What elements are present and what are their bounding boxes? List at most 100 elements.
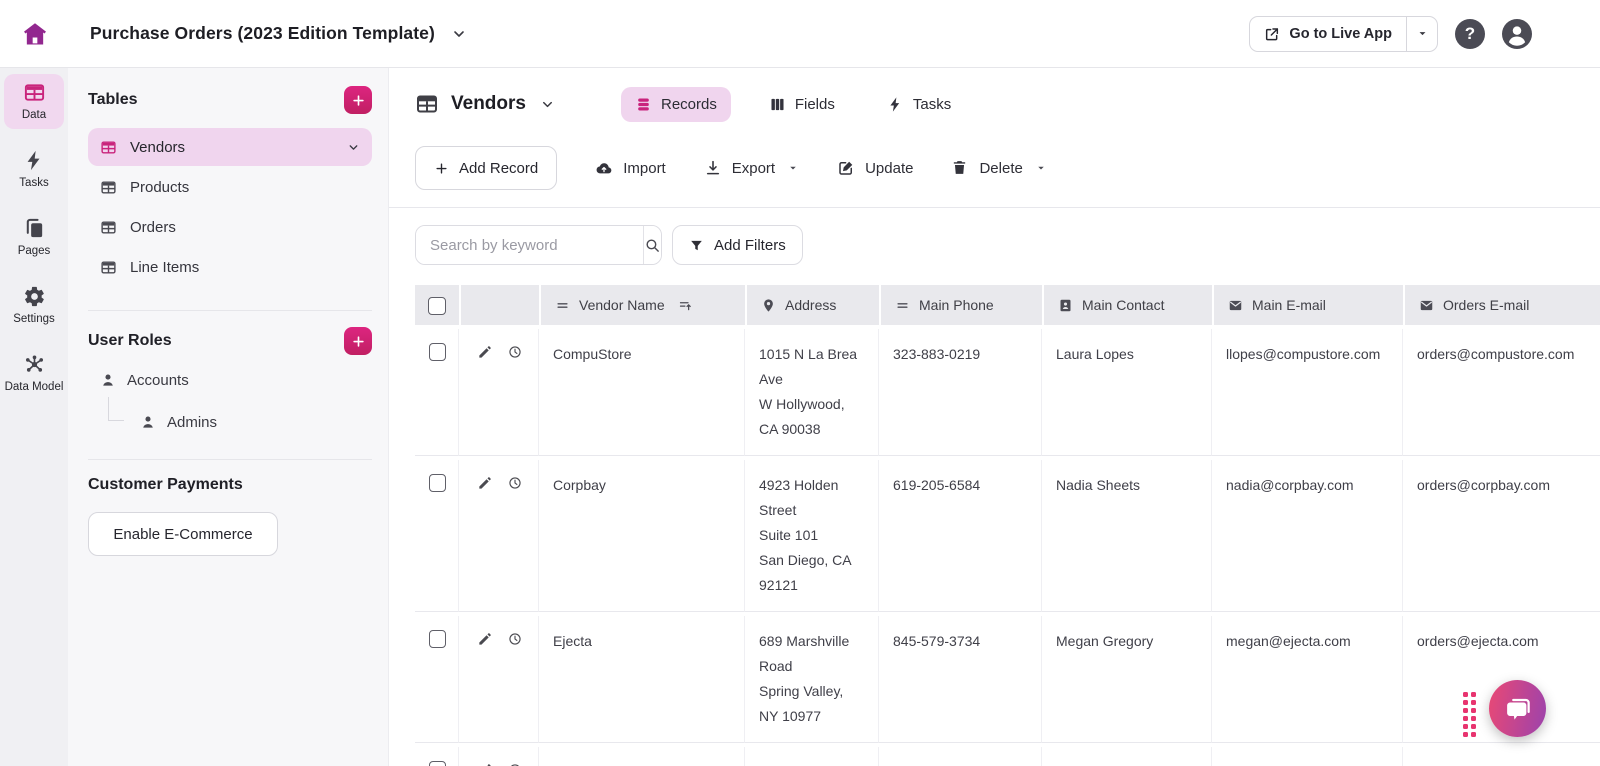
sidebar-table-line-items[interactable]: Line Items — [88, 248, 372, 286]
person-icon — [140, 414, 156, 430]
column-header-label: Main Phone — [919, 297, 994, 313]
tab-tasks[interactable]: Tasks — [873, 87, 965, 122]
edit-record-icon[interactable] — [477, 344, 493, 360]
sidebar-role-accounts[interactable]: Accounts — [88, 367, 372, 393]
rail-item-settings[interactable]: Settings — [4, 278, 64, 333]
app-title-chevron-down-icon[interactable] — [451, 26, 467, 42]
rail-item-label: Settings — [13, 313, 55, 326]
search-input[interactable] — [416, 226, 643, 264]
go-to-live-app-button[interactable]: Go to Live App — [1250, 17, 1406, 51]
gear-icon — [23, 285, 46, 308]
sidebar-divider — [88, 310, 372, 311]
row-checkbox[interactable] — [429, 343, 446, 361]
sidebar-role-admins[interactable]: Admins — [128, 409, 372, 435]
record-history-icon[interactable] — [507, 631, 523, 647]
actions-column-header — [459, 285, 539, 325]
sidebar-table-orders[interactable]: Orders — [88, 208, 372, 246]
external-link-icon — [1264, 26, 1280, 42]
help-icon[interactable]: ? — [1455, 19, 1485, 49]
sort-icon[interactable] — [678, 298, 693, 313]
sidebar-table-products[interactable]: Products — [88, 168, 372, 206]
table-title-chevron-down-icon[interactable] — [540, 97, 555, 112]
export-button[interactable]: Export — [704, 159, 799, 177]
table-icon — [100, 259, 117, 276]
add-filters-button[interactable]: Add Filters — [672, 225, 803, 265]
tab-label: Fields — [795, 96, 835, 113]
caret-down-icon — [787, 162, 799, 174]
table-row: Macroserve 3976 Sumner 310-602-4009 Jon … — [415, 747, 1600, 766]
sidebar: Tables Vendors Products Orders Line Item… — [68, 68, 389, 766]
cell-main-contact: Laura Lopes — [1042, 329, 1212, 456]
database-icon — [635, 96, 652, 113]
row-checkbox[interactable] — [429, 474, 446, 492]
cell-main-phone: 323-883-0219 — [879, 329, 1042, 456]
envelope-field-icon — [1228, 298, 1243, 313]
select-all-checkbox[interactable] — [428, 297, 446, 315]
sidebar-role-label: Accounts — [127, 372, 189, 389]
go-to-live-app-dropdown[interactable] — [1406, 17, 1437, 51]
add-table-button[interactable] — [344, 86, 372, 114]
rail-item-tasks[interactable]: Tasks — [4, 142, 64, 197]
column-header-main-phone[interactable]: Main Phone — [879, 285, 1042, 325]
table-row: Corpbay 4923 Holden StreetSuite 101San D… — [415, 460, 1600, 612]
edit-record-icon[interactable] — [477, 762, 493, 766]
toolbar-divider — [389, 207, 1600, 208]
row-checkbox[interactable] — [429, 761, 446, 766]
delete-button[interactable]: Delete — [951, 159, 1046, 177]
table-icon — [100, 219, 117, 236]
cell-vendor-name: Corpbay — [539, 460, 745, 612]
sidebar-table-vendors[interactable]: Vendors — [88, 128, 372, 166]
cell-address: 4923 Holden StreetSuite 101San Diego, CA… — [745, 460, 879, 612]
tab-label: Tasks — [913, 96, 951, 113]
add-record-button[interactable]: Add Record — [415, 146, 557, 190]
sidebar-table-label: Products — [130, 179, 189, 196]
cell-main-email: jon@macroserve.com — [1212, 747, 1403, 766]
sidebar-table-label: Line Items — [130, 259, 199, 276]
cell-vendor-name: CompuStore — [539, 329, 745, 456]
add-user-role-button[interactable] — [344, 327, 372, 355]
update-button[interactable]: Update — [837, 159, 913, 177]
edit-record-icon[interactable] — [477, 631, 493, 647]
tab-records[interactable]: Records — [621, 87, 731, 122]
record-history-icon[interactable] — [507, 762, 523, 766]
cell-main-phone: 845-579-3734 — [879, 616, 1042, 743]
trash-icon — [951, 159, 969, 177]
record-history-icon[interactable] — [507, 475, 523, 491]
export-label: Export — [732, 160, 775, 177]
cell-address: 3976 Sumner — [745, 747, 879, 766]
column-header-vendor-name[interactable]: Vendor Name — [539, 285, 745, 325]
column-header-main-contact[interactable]: Main Contact — [1042, 285, 1212, 325]
location-field-icon — [761, 298, 776, 313]
cell-orders-email: jon@macroserve.com — [1403, 747, 1600, 766]
table-icon — [23, 81, 46, 104]
column-header-address[interactable]: Address — [745, 285, 879, 325]
record-history-icon[interactable] — [507, 344, 523, 360]
edit-record-icon[interactable] — [477, 475, 493, 491]
go-to-live-app-split-button: Go to Live App — [1249, 16, 1438, 52]
enable-ecommerce-button[interactable]: Enable E-Commerce — [88, 512, 278, 556]
cell-orders-email: orders@compustore.com — [1403, 329, 1600, 456]
column-header-orders-e-mail[interactable]: Orders E-mail — [1403, 285, 1600, 325]
row-checkbox[interactable] — [429, 630, 446, 648]
tab-fields[interactable]: Fields — [755, 87, 849, 122]
rail-item-pages[interactable]: Pages — [4, 210, 64, 265]
column-header-main-e-mail[interactable]: Main E-mail — [1212, 285, 1403, 325]
table-title: Vendors — [451, 93, 526, 115]
drag-handle-dots[interactable] — [1463, 692, 1476, 737]
funnel-icon — [689, 238, 704, 253]
home-icon[interactable] — [18, 17, 52, 51]
search-icon[interactable] — [643, 226, 661, 264]
cell-main-phone: 619-205-6584 — [879, 460, 1042, 612]
rail-item-data[interactable]: Data — [4, 74, 64, 129]
column-header-label: Orders E-mail — [1443, 297, 1529, 313]
chat-widget-button[interactable] — [1489, 680, 1546, 737]
search-group — [415, 225, 662, 265]
cell-main-email: megan@ejecta.com — [1212, 616, 1403, 743]
account-avatar[interactable] — [1502, 19, 1532, 49]
rail-item-data-model[interactable]: Data Model — [4, 346, 64, 401]
download-icon — [704, 159, 722, 177]
import-button[interactable]: Import — [595, 159, 666, 177]
pages-icon — [23, 217, 46, 240]
update-label: Update — [865, 160, 913, 177]
chat-bubble-icon — [1503, 694, 1533, 724]
